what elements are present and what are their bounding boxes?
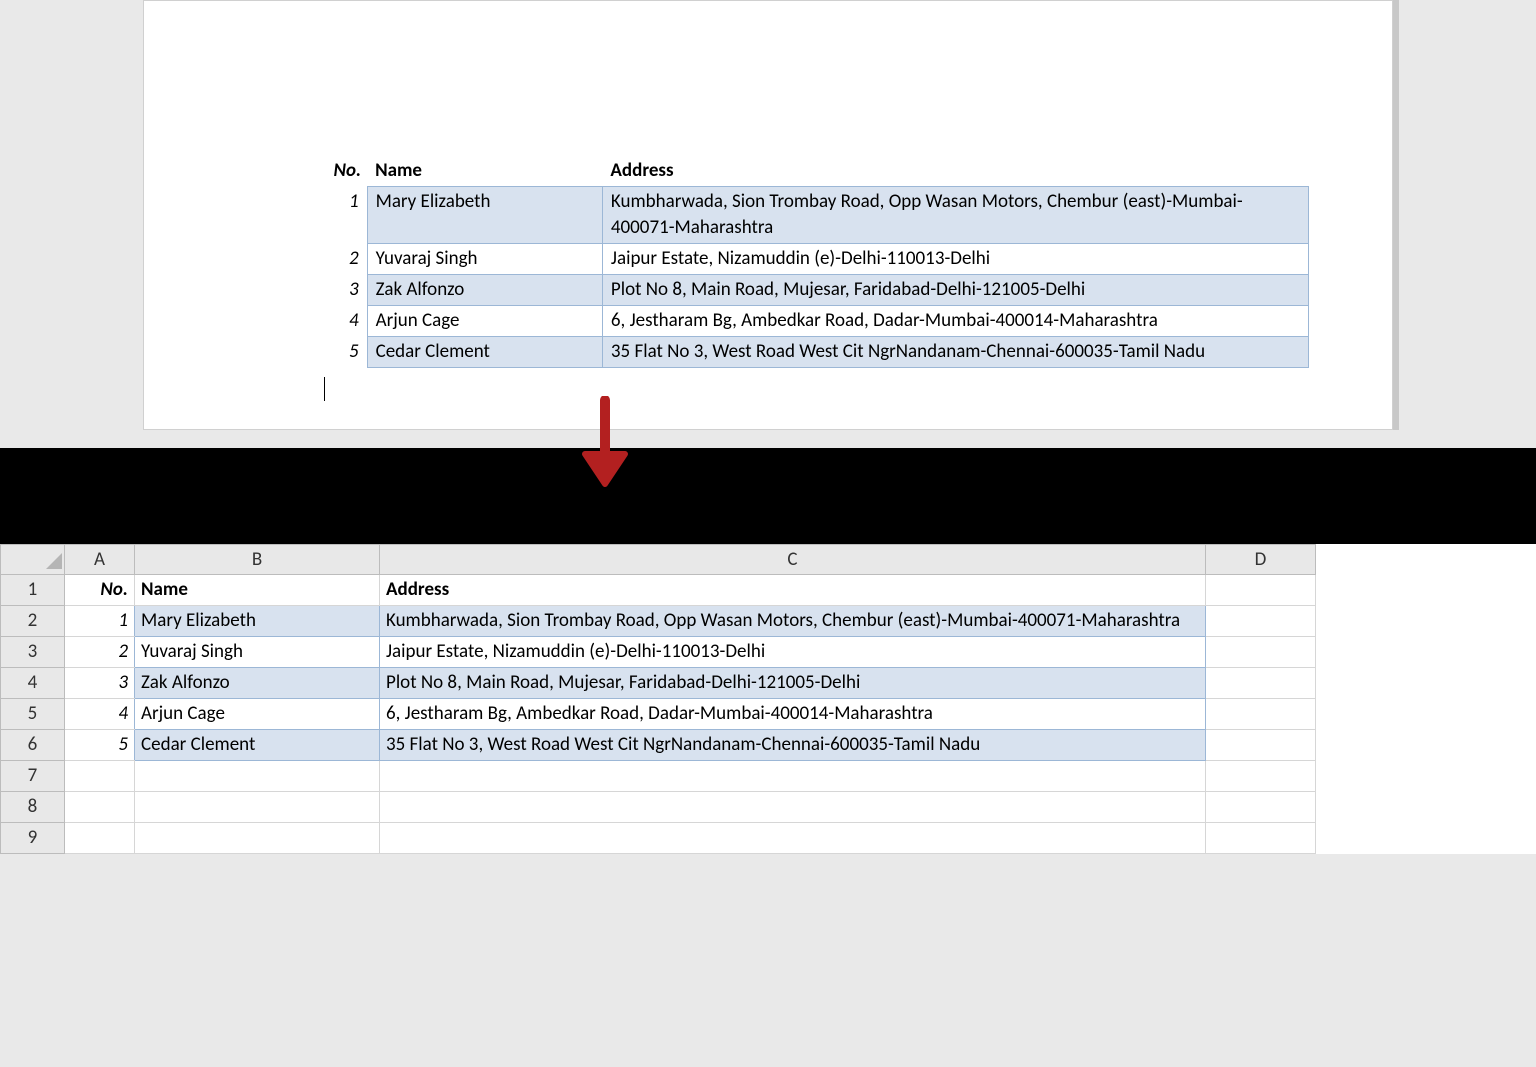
cell-c9[interactable]	[380, 823, 1206, 854]
spreadsheet-row: 1 No. Name Address	[1, 575, 1316, 606]
cell-d2[interactable]	[1206, 606, 1316, 637]
cell-c2[interactable]: Kumbharwada, Sion Trombay Road, Opp Wasa…	[380, 606, 1206, 637]
cell-c5[interactable]: 6, Jestharam Bg, Ambedkar Road, Dadar-Mu…	[380, 699, 1206, 730]
cell-d1[interactable]	[1206, 575, 1316, 606]
col-header-a[interactable]: A	[65, 545, 135, 575]
spreadsheet-row: 4 3 Zak Alfonzo Plot No 8, Main Road, Mu…	[1, 668, 1316, 699]
source-table-row: 4 Arjun Cage 6, Jestharam Bg, Ambedkar R…	[309, 306, 1309, 337]
cell-name: Yuvaraj Singh	[367, 244, 602, 275]
cell-c8[interactable]	[380, 792, 1206, 823]
cell-b8[interactable]	[135, 792, 380, 823]
cell-b3[interactable]: Yuvaraj Singh	[135, 637, 380, 668]
col-header-address: Address	[602, 156, 1308, 187]
source-table-row: 1 Mary Elizabeth Kumbharwada, Sion Tromb…	[309, 187, 1309, 244]
cell-b2[interactable]: Mary Elizabeth	[135, 606, 380, 637]
cell-address: 35 Flat No 3, West Road West Cit NgrNand…	[602, 337, 1308, 368]
row-header[interactable]: 3	[1, 637, 65, 668]
cell-address: Plot No 8, Main Road, Mujesar, Faridabad…	[602, 275, 1308, 306]
cell-address: 6, Jestharam Bg, Ambedkar Road, Dadar-Mu…	[602, 306, 1308, 337]
column-header-row: A B C D	[1, 545, 1316, 575]
cell-a6[interactable]: 5	[65, 730, 135, 761]
cell-d9[interactable]	[1206, 823, 1316, 854]
cell-name: Arjun Cage	[367, 306, 602, 337]
cell-a2[interactable]: 1	[65, 606, 135, 637]
cell-d8[interactable]	[1206, 792, 1316, 823]
cell-address: Kumbharwada, Sion Trombay Road, Opp Wasa…	[602, 187, 1308, 244]
cell-c6[interactable]: 35 Flat No 3, West Road West Cit NgrNand…	[380, 730, 1206, 761]
row-header[interactable]: 4	[1, 668, 65, 699]
col-header-c[interactable]: C	[380, 545, 1206, 575]
cell-b7[interactable]	[135, 761, 380, 792]
cell-a3[interactable]: 2	[65, 637, 135, 668]
row-header[interactable]: 8	[1, 792, 65, 823]
cell-c3[interactable]: Jaipur Estate, Nizamuddin (e)-Delhi-1100…	[380, 637, 1206, 668]
cell-d3[interactable]	[1206, 637, 1316, 668]
select-all-corner[interactable]	[1, 545, 65, 575]
cell-b6[interactable]: Cedar Clement	[135, 730, 380, 761]
spreadsheet-row: 5 4 Arjun Cage 6, Jestharam Bg, Ambedkar…	[1, 699, 1316, 730]
cell-a8[interactable]	[65, 792, 135, 823]
row-header[interactable]: 6	[1, 730, 65, 761]
cell-no: 1	[309, 187, 367, 244]
row-header[interactable]: 9	[1, 823, 65, 854]
spreadsheet: A B C D 1 No. Name Address 2 1 Mary Eliz…	[0, 544, 1536, 854]
cell-d6[interactable]	[1206, 730, 1316, 761]
source-table: No. Name Address 1 Mary Elizabeth Kumbha…	[309, 156, 1309, 368]
cell-no: 5	[309, 337, 367, 368]
cell-a4[interactable]: 3	[65, 668, 135, 699]
source-table-header-row: No. Name Address	[309, 156, 1309, 187]
source-table-row: 3 Zak Alfonzo Plot No 8, Main Road, Muje…	[309, 275, 1309, 306]
cell-address: Jaipur Estate, Nizamuddin (e)-Delhi-1100…	[602, 244, 1308, 275]
col-header-b[interactable]: B	[135, 545, 380, 575]
spreadsheet-row: 2 1 Mary Elizabeth Kumbharwada, Sion Tro…	[1, 606, 1316, 637]
cell-name: Cedar Clement	[367, 337, 602, 368]
col-header-d[interactable]: D	[1206, 545, 1316, 575]
cell-no: 4	[309, 306, 367, 337]
cell-b5[interactable]: Arjun Cage	[135, 699, 380, 730]
spreadsheet-grid[interactable]: A B C D 1 No. Name Address 2 1 Mary Eliz…	[0, 544, 1316, 854]
row-header[interactable]: 2	[1, 606, 65, 637]
spreadsheet-row: 9	[1, 823, 1316, 854]
cell-c4[interactable]: Plot No 8, Main Road, Mujesar, Faridabad…	[380, 668, 1206, 699]
cell-name: Zak Alfonzo	[367, 275, 602, 306]
source-table-row: 5 Cedar Clement 35 Flat No 3, West Road …	[309, 337, 1309, 368]
spreadsheet-row: 3 2 Yuvaraj Singh Jaipur Estate, Nizamud…	[1, 637, 1316, 668]
spreadsheet-row: 8	[1, 792, 1316, 823]
cell-a9[interactable]	[65, 823, 135, 854]
document-page: No. Name Address 1 Mary Elizabeth Kumbha…	[143, 0, 1393, 430]
cell-b1[interactable]: Name	[135, 575, 380, 606]
separator-band	[0, 448, 1536, 544]
col-header-name: Name	[367, 156, 602, 187]
row-header[interactable]: 5	[1, 699, 65, 730]
row-header[interactable]: 7	[1, 761, 65, 792]
cell-a5[interactable]: 4	[65, 699, 135, 730]
spreadsheet-row: 7	[1, 761, 1316, 792]
cell-d4[interactable]	[1206, 668, 1316, 699]
cell-c1[interactable]: Address	[380, 575, 1206, 606]
cell-d7[interactable]	[1206, 761, 1316, 792]
cell-no: 3	[309, 275, 367, 306]
source-table-row: 2 Yuvaraj Singh Jaipur Estate, Nizamuddi…	[309, 244, 1309, 275]
arrow-down-icon	[570, 396, 640, 496]
cell-name: Mary Elizabeth	[367, 187, 602, 244]
cell-b4[interactable]: Zak Alfonzo	[135, 668, 380, 699]
row-header[interactable]: 1	[1, 575, 65, 606]
cell-d5[interactable]	[1206, 699, 1316, 730]
spreadsheet-row: 6 5 Cedar Clement 35 Flat No 3, West Roa…	[1, 730, 1316, 761]
cell-c7[interactable]	[380, 761, 1206, 792]
cell-b9[interactable]	[135, 823, 380, 854]
document-canvas: No. Name Address 1 Mary Elizabeth Kumbha…	[0, 0, 1536, 448]
cell-a7[interactable]	[65, 761, 135, 792]
cell-a1[interactable]: No.	[65, 575, 135, 606]
cell-no: 2	[309, 244, 367, 275]
text-cursor	[324, 377, 325, 401]
col-header-no: No.	[309, 156, 367, 187]
